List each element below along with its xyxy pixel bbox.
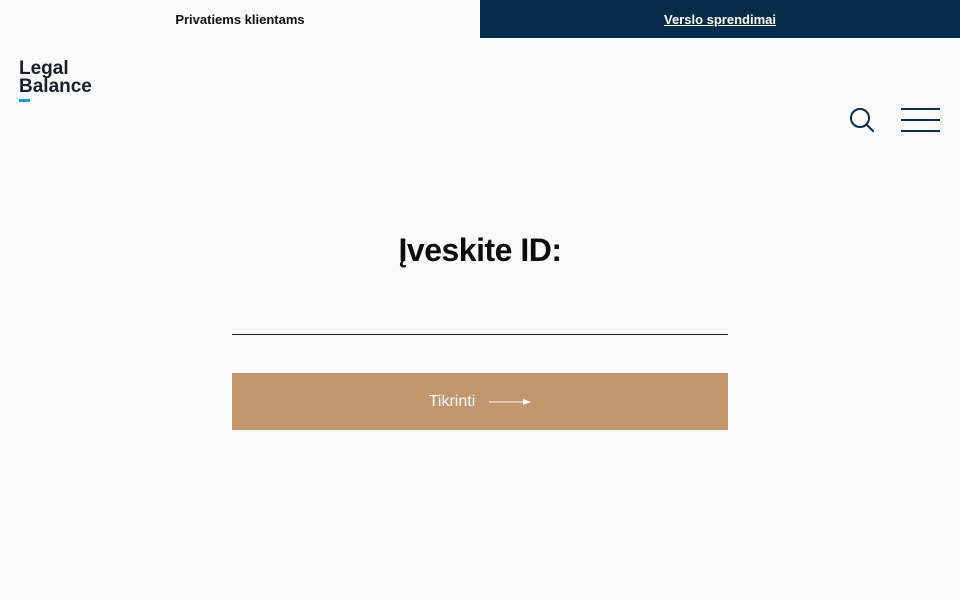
arrow-right-icon xyxy=(489,398,532,405)
top-switcher: Privatiems klientams Verslo sprendimai xyxy=(0,0,960,38)
hamburger-menu-icon xyxy=(901,130,940,132)
tab-private-clients[interactable]: Privatiems klientams xyxy=(0,0,480,38)
check-button-label: Tikrinti xyxy=(428,392,476,410)
page-title: Įveskite ID: xyxy=(398,232,562,268)
site-header: Legal Balance xyxy=(0,38,960,132)
menu-button[interactable] xyxy=(901,108,941,134)
logo-line-2: Balance xyxy=(19,76,92,97)
logo-accent-bar xyxy=(19,99,30,102)
hamburger-menu-icon xyxy=(901,119,940,121)
search-icon xyxy=(850,108,874,132)
tab-business-solutions[interactable]: Verslo sprendimai xyxy=(480,0,960,38)
search-button[interactable] xyxy=(849,107,875,133)
check-button[interactable]: Tikrinti xyxy=(232,373,728,430)
id-input[interactable] xyxy=(232,300,728,335)
hamburger-menu-icon xyxy=(901,108,940,110)
logo[interactable]: Legal Balance xyxy=(19,59,92,102)
